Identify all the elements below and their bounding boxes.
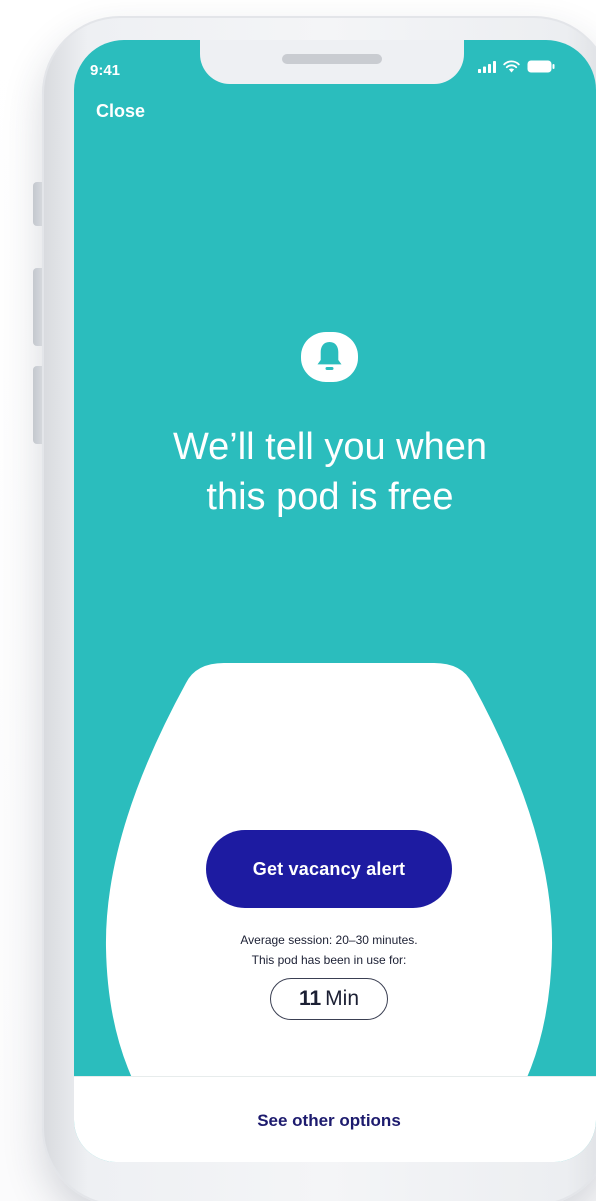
status-icons: [478, 60, 555, 73]
in-use-text: This pod has been in use for:: [251, 953, 407, 967]
headline: We’ll tell you when this pod is free: [74, 422, 586, 522]
see-other-options-link[interactable]: See other options: [74, 1111, 584, 1131]
get-vacancy-alert-button[interactable]: Get vacancy alert: [206, 830, 452, 908]
bottom-sheet: See other options: [74, 1076, 596, 1162]
session-info: Average session: 20–30 minutes. This pod…: [74, 930, 584, 970]
cellular-signal-icon: [478, 60, 496, 73]
close-button[interactable]: Close: [96, 101, 145, 122]
status-time: 9:41: [90, 62, 121, 79]
usage-timer-badge: 11 Min: [270, 978, 388, 1020]
phone-notch: [200, 40, 464, 84]
bell-icon: [301, 332, 358, 382]
headline-line-2: this pod is free: [206, 476, 454, 518]
device-mockup: 9:41 Close We’ll tell you when this pod …: [0, 0, 596, 1201]
volume-up-button: [33, 268, 42, 346]
speaker-grille: [282, 54, 382, 64]
timer-unit: Min: [325, 987, 360, 1010]
average-session-text: Average session: 20–30 minutes.: [240, 933, 418, 947]
timer-value: 11: [298, 987, 322, 1010]
phone-screen: 9:41 Close We’ll tell you when this pod …: [74, 40, 596, 1162]
wifi-icon: [503, 60, 520, 73]
headline-line-1: We’ll tell you when: [172, 426, 487, 468]
volume-down-button: [33, 366, 42, 444]
mute-switch: [33, 182, 42, 226]
battery-icon: [527, 60, 555, 73]
